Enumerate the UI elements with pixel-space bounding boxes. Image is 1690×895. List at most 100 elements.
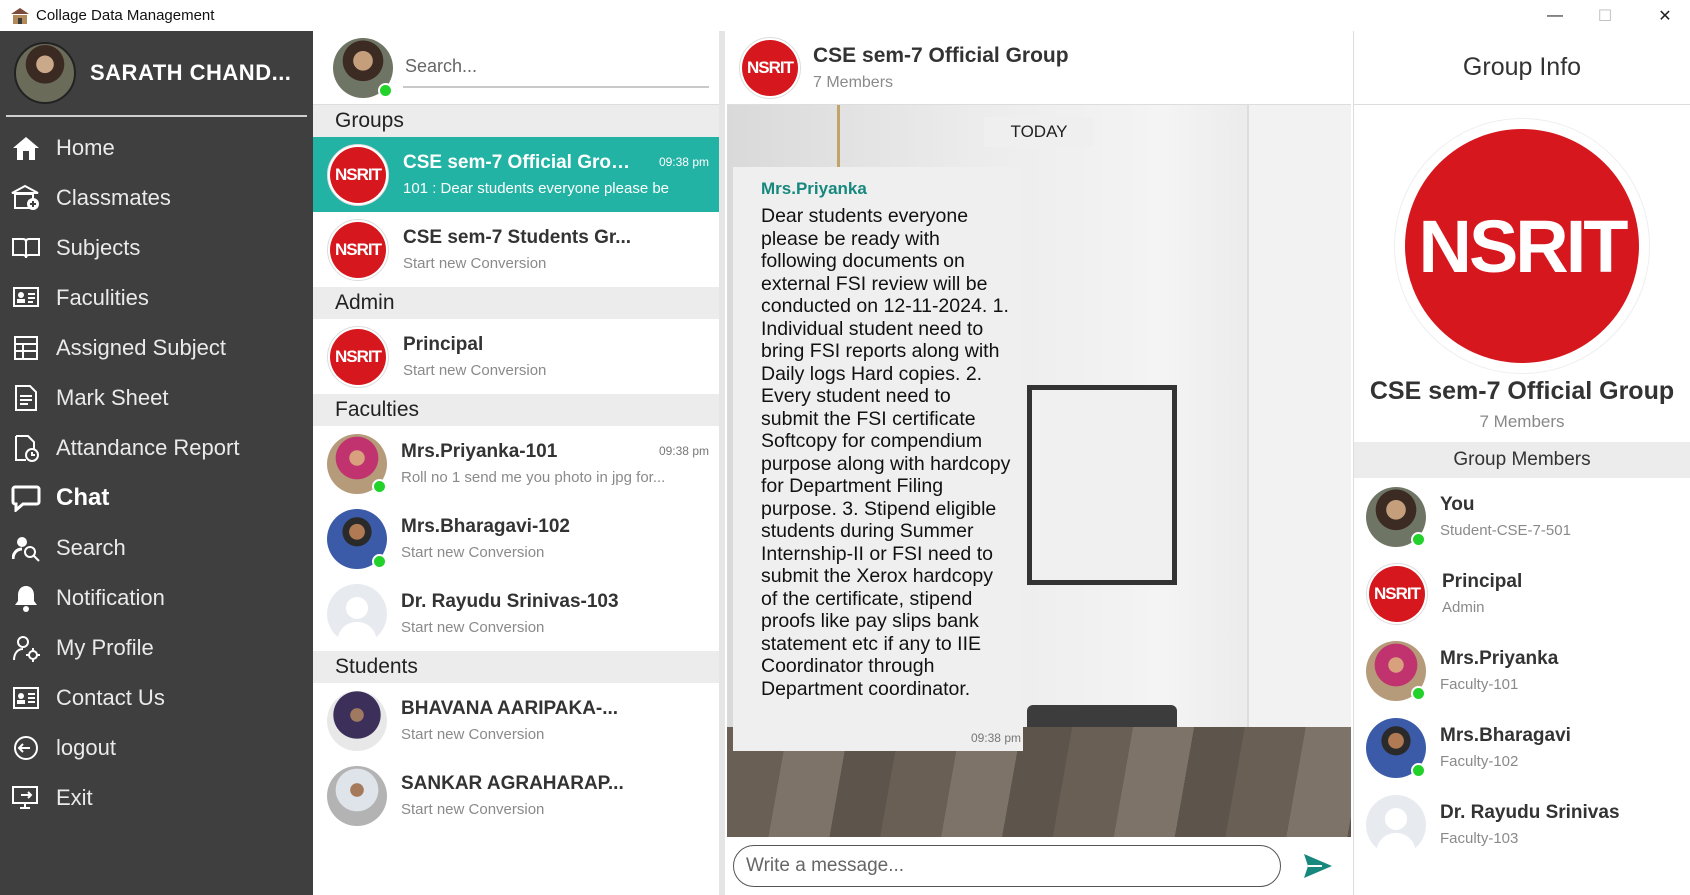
online-indicator — [1411, 762, 1426, 778]
member-name: Mrs.Priyanka — [1440, 648, 1559, 669]
chat-time: 09:38 pm — [658, 155, 709, 169]
chat-name: Dr. Rayudu Srinivas-103 — [401, 591, 619, 612]
chat-list-panel: Search... Groups NSRIT CSE sem-7 Officia… — [313, 31, 725, 895]
chat-name: CSE sem-7 Students Gr... — [403, 227, 632, 248]
chat-name: Principal — [403, 334, 484, 355]
nsrit-logo: NSRIT — [327, 325, 389, 388]
message-bubble[interactable]: Mrs.Priyanka Dear students everyone plea… — [733, 167, 1023, 751]
member-row-bharagavi[interactable]: Mrs.Bharagavi Faculty-102 — [1354, 709, 1690, 786]
conversation-panel: NSRIT CSE sem-7 Official Group 7 Members… — [727, 31, 1351, 895]
online-indicator — [1411, 531, 1426, 547]
sidebar-item-attandance-report[interactable]: Attandance Report — [0, 423, 313, 473]
chat-item-priyanka[interactable]: Mrs.Priyanka-101 Roll no 1 send me you p… — [313, 426, 719, 501]
marksheet-icon — [10, 382, 42, 414]
conversation-title: CSE sem-7 Official Group — [813, 43, 1069, 67]
chat-list-header: Search... — [313, 31, 719, 105]
sidebar-item-assigned-subject[interactable]: Assigned Subject — [0, 323, 313, 373]
student-avatar — [327, 690, 387, 751]
nsrit-logo: NSRIT — [327, 143, 389, 206]
section-admin: Admin — [313, 287, 719, 319]
sidebar-divider — [6, 115, 307, 117]
member-row-rayudu-srinivas[interactable]: Dr. Rayudu Srinivas Faculty-103 — [1354, 786, 1690, 863]
member-row-priyanka[interactable]: Mrs.Priyanka Faculty-101 — [1354, 632, 1690, 709]
sidebar-item-notification[interactable]: Notification — [0, 573, 313, 623]
send-icon[interactable] — [1301, 849, 1335, 883]
search-input[interactable]: Search... — [403, 48, 709, 88]
chat-item-principal[interactable]: NSRIT Principal Start new Conversion — [313, 319, 719, 394]
chat-item-cse-students-group[interactable]: NSRIT CSE sem-7 Students Gr... Start new… — [313, 212, 719, 287]
sidebar-item-label: Notification — [56, 585, 165, 610]
chat-item-sankar[interactable]: SANKAR AGRAHARAP... Start new Conversion — [313, 758, 719, 833]
default-avatar-icon — [1366, 794, 1426, 855]
sidebar-item-label: Home — [56, 135, 115, 160]
sidebar-item-mark-sheet[interactable]: Mark Sheet — [0, 373, 313, 423]
minimize-button[interactable]: — — [1530, 0, 1580, 31]
contact-icon — [10, 682, 42, 714]
user-avatar — [14, 42, 76, 104]
compose-bar: Write a message... — [727, 837, 1351, 895]
sidebar-item-label: Faculities — [56, 285, 149, 310]
member-row-principal[interactable]: NSRIT Principal Admin — [1354, 555, 1690, 632]
message-time: 09:38 pm — [970, 731, 1021, 745]
user-profile[interactable]: SARATH CHAND... — [0, 31, 313, 115]
faculty-avatar — [327, 433, 387, 494]
close-button[interactable]: ✕ — [1640, 0, 1690, 31]
sidebar-item-contact-us[interactable]: Contact Us — [0, 673, 313, 723]
sidebar-item-label: Classmates — [56, 185, 171, 210]
chat-preview: Start new Conversion — [401, 619, 545, 636]
sidebar-item-home[interactable]: Home — [0, 123, 313, 173]
sidebar-item-search[interactable]: Search — [0, 523, 313, 573]
app-icon — [11, 7, 29, 24]
current-user-avatar[interactable] — [333, 37, 393, 98]
message-input[interactable]: Write a message... — [733, 845, 1281, 887]
chat-item-rayudu-srinivas[interactable]: Dr. Rayudu Srinivas-103 Start new Conver… — [313, 576, 719, 651]
sidebar-item-label: Mark Sheet — [56, 385, 169, 410]
sidebar-item-faculities[interactable]: Faculities — [0, 273, 313, 323]
default-avatar-icon — [327, 583, 387, 644]
background-wall-panel — [1247, 105, 1351, 745]
exit-icon — [10, 782, 42, 814]
group-logo: NSRIT — [1395, 119, 1649, 373]
chat-name: Mrs.Bharagavi-102 — [401, 516, 570, 537]
group-name: CSE sem-7 Official Group — [1369, 377, 1675, 405]
member-row-you[interactable]: You Student-CSE-7-501 — [1354, 478, 1690, 555]
chat-item-bhavana[interactable]: BHAVANA AARIPAKA-... Start new Conversio… — [313, 683, 719, 758]
group-info-panel: Group Info NSRIT CSE sem-7 Official Grou… — [1353, 31, 1690, 895]
sidebar-item-logout[interactable]: logout — [0, 723, 313, 773]
group-member-count: 7 Members — [1479, 412, 1565, 431]
member-name: Principal — [1442, 571, 1523, 592]
member-role: Faculty-102 — [1440, 753, 1519, 770]
sidebar-item-classmates[interactable]: Classmates — [0, 173, 313, 223]
member-avatar — [1366, 717, 1426, 778]
message-text: Dear students everyone please be ready w… — [761, 205, 1011, 700]
chat-name: CSE sem-7 Official Group — [403, 152, 633, 173]
chat-item-bharagavi[interactable]: Mrs.Bharagavi-102 Start new Conversion — [313, 501, 719, 576]
member-avatar — [1366, 640, 1426, 701]
sidebar-item-subjects[interactable]: Subjects — [0, 223, 313, 273]
online-indicator — [372, 478, 387, 494]
sidebar-item-label: Subjects — [56, 235, 141, 260]
sidebar-item-chat[interactable]: Chat — [0, 473, 313, 523]
section-faculties: Faculties — [313, 394, 719, 426]
member-role: Faculty-103 — [1440, 830, 1519, 847]
report-icon — [10, 432, 42, 464]
conversation-header: NSRIT CSE sem-7 Official Group 7 Members — [727, 31, 1351, 105]
sidebar-item-my-profile[interactable]: My Profile — [0, 623, 313, 673]
title-bar: Collage Data Management — ☐ ✕ — [0, 0, 1690, 31]
sidebar-item-label: My Profile — [56, 635, 154, 660]
maximize-button[interactable]: ☐ — [1580, 0, 1630, 31]
chat-preview: Start new Conversion — [401, 726, 545, 743]
chat-preview: Start new Conversion — [401, 544, 545, 561]
classmates-icon — [10, 182, 42, 214]
member-role: Faculty-101 — [1440, 676, 1519, 693]
chat-item-cse-official-group[interactable]: NSRIT CSE sem-7 Official Group 101 : Dea… — [313, 137, 719, 212]
chat-preview: Start new Conversion — [403, 362, 547, 379]
date-separator: TODAY — [984, 117, 1094, 147]
faculty-icon — [10, 282, 42, 314]
sidebar-item-exit[interactable]: Exit — [0, 773, 313, 823]
chat-preview: 101 : Dear students everyone please be — [403, 180, 670, 197]
member-role: Student-CSE-7-501 — [1440, 522, 1571, 539]
member-name: Dr. Rayudu Srinivas — [1440, 802, 1620, 823]
chat-name: SANKAR AGRAHARAP... — [401, 773, 624, 794]
chat-name: BHAVANA AARIPAKA-... — [401, 698, 619, 719]
